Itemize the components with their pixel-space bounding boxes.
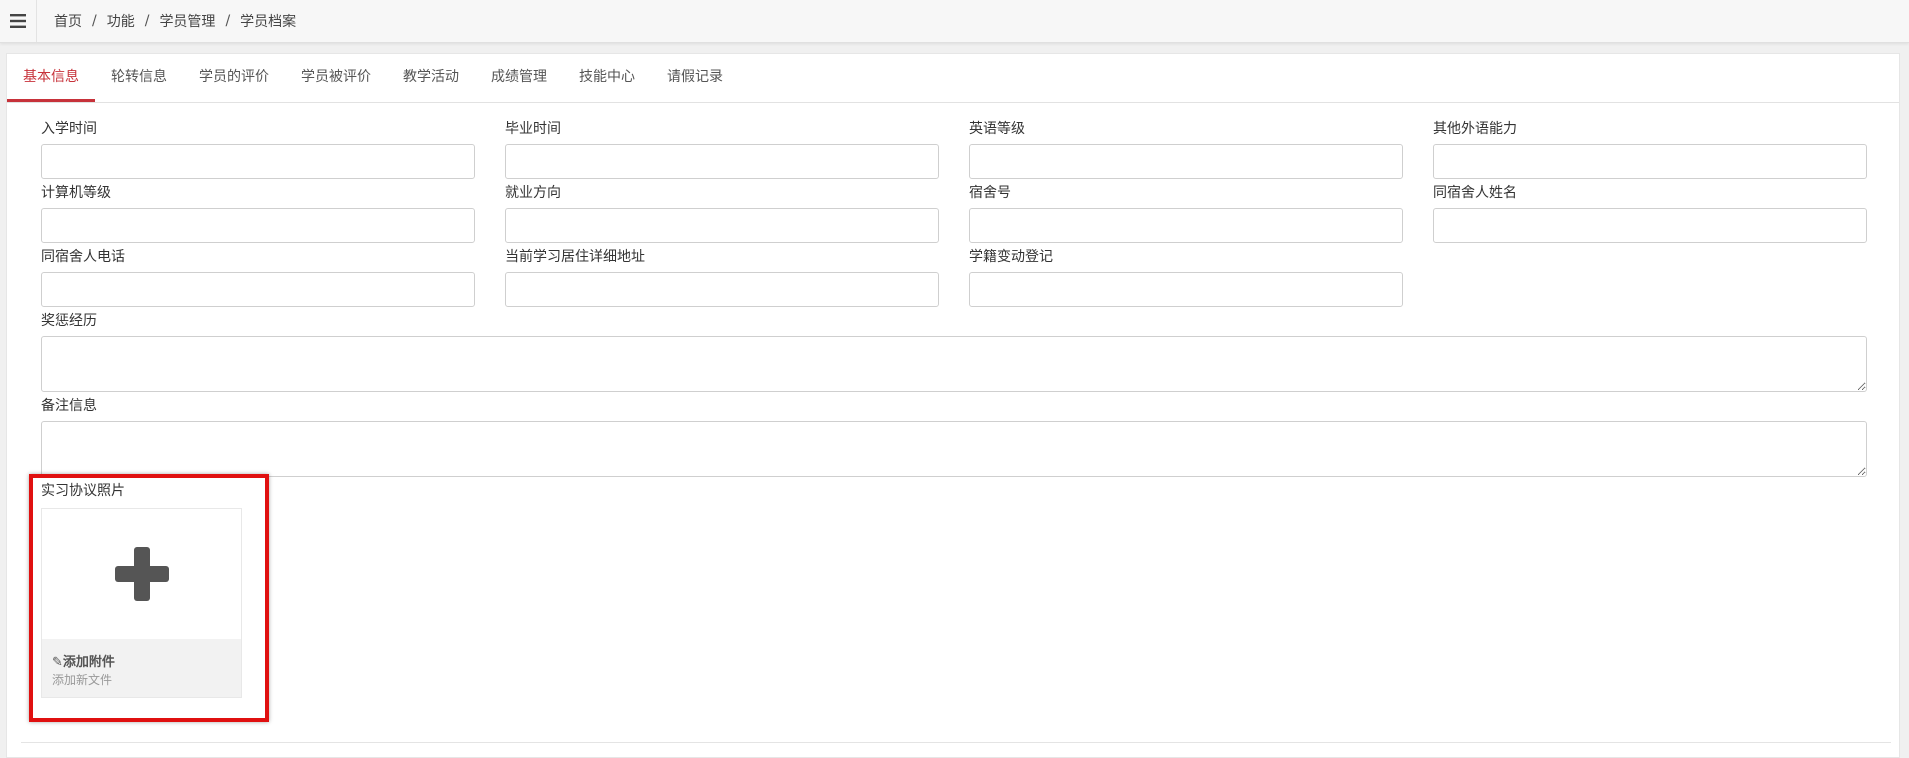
employment-direction-input[interactable] [505, 208, 939, 243]
add-new-file-subtitle: 添加新文件 [52, 673, 113, 687]
internship-photo-label: 实习协议照片 [41, 483, 125, 499]
english-level-input[interactable] [969, 144, 1403, 179]
breadcrumb-function[interactable]: 功能 [107, 11, 135, 31]
tab-rotation-info[interactable]: 轮转信息 [95, 54, 183, 102]
dorm-number-input[interactable] [969, 208, 1403, 243]
status-change-label: 学籍变动登记 [969, 249, 1053, 265]
tab-student-evaluated[interactable]: 学员被评价 [285, 54, 387, 102]
menu-icon [10, 14, 26, 28]
other-language-input[interactable] [1433, 144, 1867, 179]
hamburger-menu-button[interactable] [0, 0, 37, 42]
attachment-caption: ✎添加附件 添加新文件 [42, 639, 241, 697]
roommate-phone-label: 同宿舍人电话 [41, 249, 125, 265]
english-level-label: 英语等级 [969, 121, 1025, 137]
top-bar: 首页 / 功能 / 学员管理 / 学员档案 [0, 0, 1909, 43]
employment-direction-label: 就业方向 [505, 185, 561, 201]
breadcrumb-home[interactable]: 首页 [54, 11, 82, 31]
enroll-time-input[interactable] [41, 144, 475, 179]
current-address-label: 当前学习居住详细地址 [505, 249, 645, 265]
breadcrumb-separator: / [144, 13, 150, 29]
breadcrumb-separator: / [92, 13, 97, 29]
other-language-label: 其他外语能力 [1433, 121, 1517, 137]
roommate-name-input[interactable] [1433, 208, 1867, 243]
tab-leave-records[interactable]: 请假记录 [651, 54, 739, 102]
tab-skill-center[interactable]: 技能中心 [563, 54, 651, 102]
rewards-punishments-textarea[interactable] [41, 336, 1867, 392]
remarks-label: 备注信息 [41, 398, 97, 414]
tab-bar: 基本信息 轮转信息 学员的评价 学员被评价 教学活动 成绩管理 技能中心 请假记… [7, 54, 1899, 103]
breadcrumb: 首页 / 功能 / 学员管理 / 学员档案 [54, 0, 296, 42]
tab-student-evaluations[interactable]: 学员的评价 [183, 54, 285, 102]
current-address-input[interactable] [505, 272, 939, 307]
add-attachment-tile[interactable]: ✎添加附件 添加新文件 [41, 508, 242, 698]
main-card: 基本信息 轮转信息 学员的评价 学员被评价 教学活动 成绩管理 技能中心 请假记… [6, 53, 1900, 758]
roommate-name-label: 同宿舍人姓名 [1433, 185, 1517, 201]
rewards-punishments-label: 奖惩经历 [41, 313, 97, 329]
roommate-phone-input[interactable] [41, 272, 475, 307]
breadcrumb-student-archive: 学员档案 [240, 14, 297, 30]
computer-level-label: 计算机等级 [41, 185, 111, 201]
plus-icon [114, 547, 169, 601]
add-attachment-title: ✎添加附件 [52, 655, 115, 670]
graduate-time-label: 毕业时间 [505, 121, 561, 137]
tab-basic-info[interactable]: 基本信息 [7, 54, 95, 102]
status-change-input[interactable] [969, 272, 1403, 307]
dorm-number-label: 宿舍号 [969, 185, 1011, 201]
tab-teaching-activities[interactable]: 教学活动 [387, 54, 475, 102]
computer-level-input[interactable] [41, 208, 475, 243]
plus-area [42, 509, 241, 639]
breadcrumb-separator: / [225, 13, 231, 29]
breadcrumb-student-management[interactable]: 学员管理 [159, 11, 215, 31]
remarks-textarea[interactable] [41, 421, 1867, 477]
tab-grades[interactable]: 成绩管理 [475, 54, 563, 102]
graduate-time-input[interactable] [505, 144, 939, 179]
divider [21, 742, 1891, 743]
enroll-time-label: 入学时间 [41, 121, 97, 137]
